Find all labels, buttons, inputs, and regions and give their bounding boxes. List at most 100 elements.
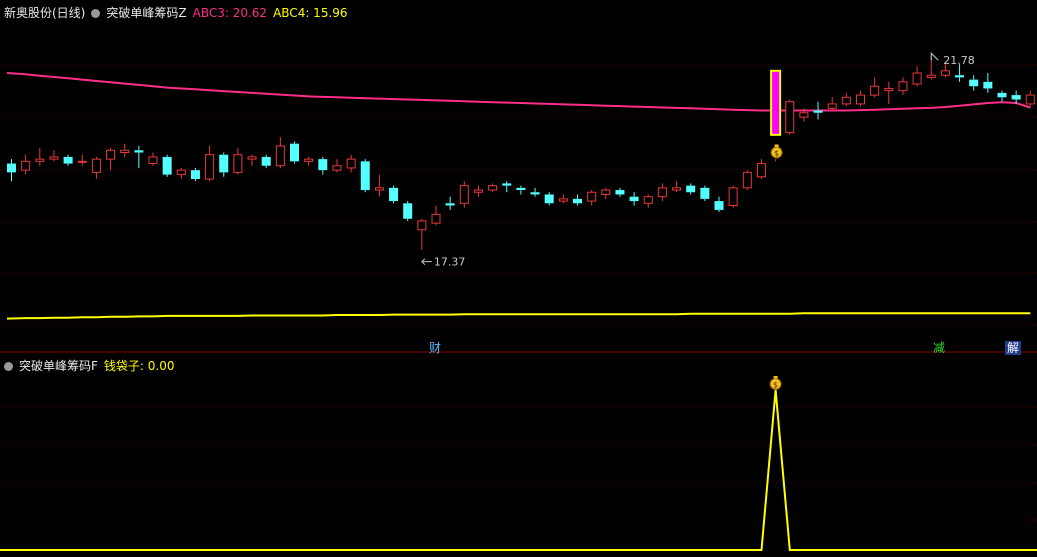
- money-bag-symbol: $: [773, 381, 778, 390]
- candle-body: [346, 158, 356, 169]
- candle-60: [856, 90, 865, 107]
- candle-58: [827, 97, 837, 111]
- candle-16: [233, 148, 243, 175]
- candle-47: [672, 181, 682, 193]
- candle-29: [417, 218, 427, 250]
- candle-20: [290, 141, 299, 164]
- candle-body: [290, 143, 299, 162]
- candle-62: [884, 81, 894, 104]
- candle-41: [587, 190, 597, 206]
- candle-body: [1011, 95, 1021, 100]
- candle-10: [148, 152, 158, 166]
- candle-40: [573, 194, 582, 206]
- candle-body: [332, 165, 342, 171]
- candle-14: [205, 145, 215, 182]
- candle-body: [940, 70, 950, 76]
- candle-body: [544, 194, 554, 204]
- chart-canvas[interactable]: $21.78 17.37 $: [0, 0, 1037, 557]
- candle-52: [742, 170, 752, 191]
- candle-51: [728, 185, 738, 208]
- candle-32: [459, 181, 469, 208]
- candle-4: [63, 154, 73, 166]
- candle-body: [969, 79, 979, 87]
- candle-3: [49, 150, 59, 162]
- indicator-menu-icon[interactable]: [91, 9, 101, 18]
- candle-25: [360, 159, 370, 193]
- candle-30: [431, 205, 441, 226]
- candle-body: [473, 189, 483, 193]
- candle-5: [77, 154, 87, 166]
- candle-48: [686, 183, 696, 195]
- candle-body: [148, 156, 158, 165]
- candle-body: [49, 156, 59, 160]
- candle-body: [615, 190, 625, 195]
- money-bag-neck: [773, 376, 778, 379]
- candle-8: [120, 143, 130, 157]
- candle-72: [1025, 90, 1035, 107]
- candle-body: [389, 187, 399, 202]
- candle-body: [870, 85, 880, 96]
- high-arrow-icon: [930, 52, 939, 61]
- tag-jie[interactable]: 解: [1005, 341, 1022, 355]
- candle-11: [162, 154, 172, 177]
- candle-22: [318, 156, 328, 175]
- candle-body: [742, 171, 752, 189]
- candle-body: [162, 156, 172, 175]
- candle-body: [233, 154, 243, 173]
- candle-body: [573, 198, 582, 204]
- candle-body: [912, 72, 922, 85]
- candle-0: [7, 159, 16, 182]
- candle-body: [785, 101, 795, 134]
- candle-body: [714, 201, 724, 210]
- candle-55: [785, 99, 795, 135]
- candle-body: [657, 187, 667, 198]
- candle-31: [445, 196, 455, 210]
- candle-64: [912, 66, 922, 87]
- candle-body: [629, 196, 639, 202]
- abc4-line: [6, 312, 1031, 320]
- low-label: 17.37: [434, 256, 466, 269]
- sub-indicator-menu-icon[interactable]: [4, 362, 13, 371]
- candle-53: [756, 159, 766, 179]
- candle-body: [898, 81, 908, 92]
- candle-body: [318, 159, 328, 171]
- candle-9: [134, 145, 144, 168]
- candle-59: [841, 92, 851, 107]
- candle-1: [21, 154, 31, 175]
- candle-body: [672, 187, 682, 191]
- candle-46: [657, 183, 667, 202]
- candle-body: [558, 198, 568, 202]
- candle-70: [997, 90, 1007, 102]
- tag-cai[interactable]: 财: [427, 341, 443, 355]
- candle-body: [926, 74, 936, 78]
- candle-34: [488, 183, 498, 193]
- candle-body: [841, 96, 851, 105]
- candle-body: [91, 158, 101, 173]
- candle-body: [488, 185, 498, 191]
- candle-2: [35, 148, 45, 166]
- candle-18: [261, 154, 271, 168]
- candle-body: [134, 150, 144, 153]
- candle-44: [629, 192, 639, 206]
- candle-body: [856, 94, 865, 105]
- candle-body: [997, 92, 1007, 98]
- main-indicator-name[interactable]: 突破单峰筹码Z: [106, 6, 186, 20]
- candle-50: [714, 196, 724, 213]
- qiandaizi-line: [0, 389, 1037, 551]
- candle-body: [587, 191, 597, 202]
- candle-36: [516, 185, 526, 195]
- candle-body: [459, 185, 469, 204]
- money-bag-peak-icon: $: [769, 376, 782, 390]
- candle-body: [374, 187, 384, 191]
- candle-body: [77, 160, 87, 163]
- tag-jian[interactable]: 减: [931, 341, 947, 355]
- candle-39: [558, 194, 568, 204]
- candle-body: [275, 145, 285, 167]
- candle-17: [247, 154, 257, 166]
- candle-body: [417, 220, 427, 231]
- candle-body: [516, 187, 526, 191]
- candle-body: [799, 112, 809, 118]
- sub-indicator-name[interactable]: 突破单峰筹码F: [19, 359, 98, 373]
- candle-63: [898, 77, 908, 96]
- stock-name: 新奥股份(日线): [4, 6, 86, 20]
